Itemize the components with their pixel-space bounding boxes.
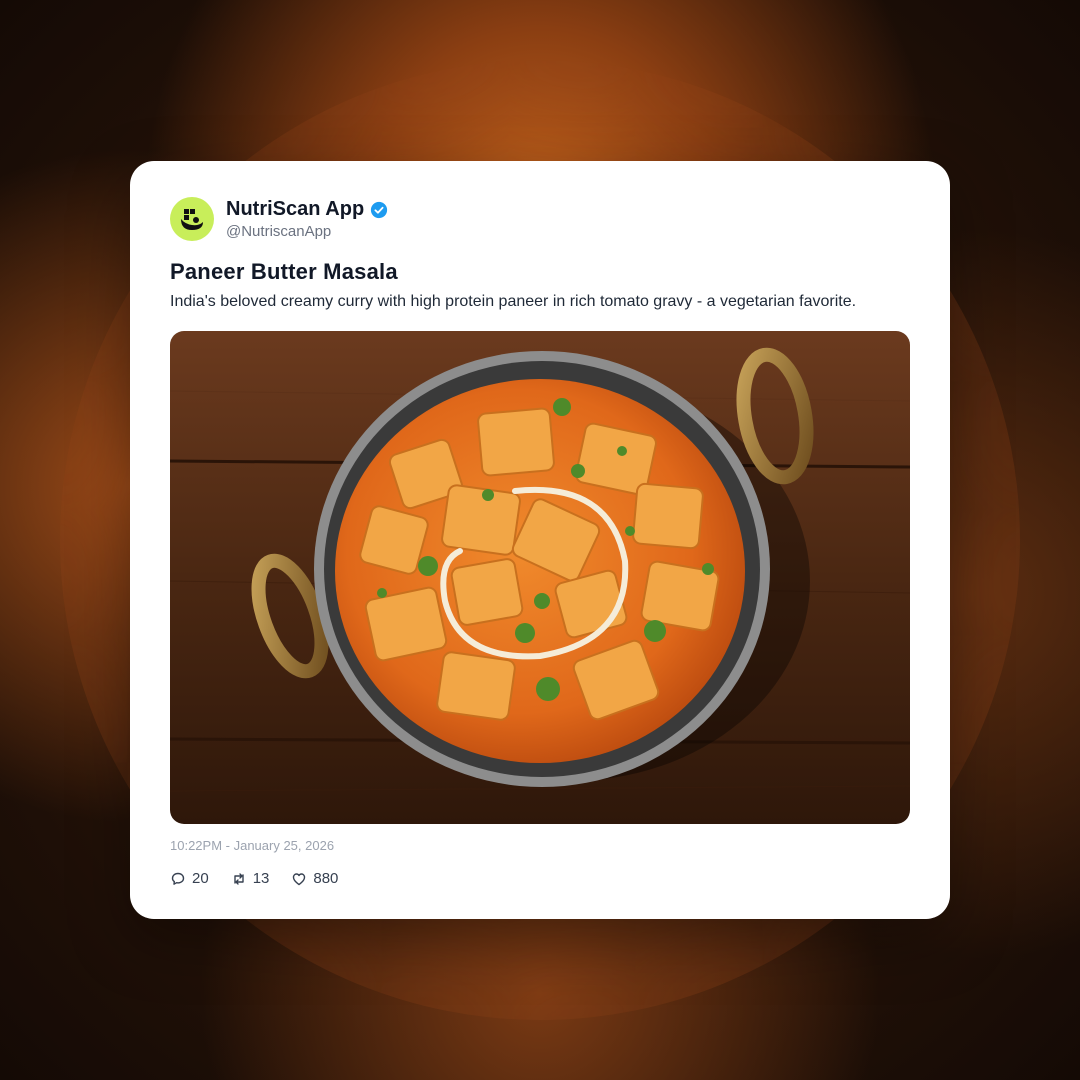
repost-count: 13 (252, 870, 270, 887)
post-timestamp: 10:22PM - January 25, 2026 (170, 838, 335, 853)
like-count: 880 (313, 870, 339, 887)
post-card: NutriScan App @NutriscanApp Paneer Butte… (130, 161, 950, 919)
paneer-curry-photo (170, 331, 910, 824)
repost-arrows-icon (233, 872, 244, 885)
post-image[interactable] (170, 331, 910, 824)
author-info: NutriScan App @NutriscanApp (226, 198, 388, 240)
verified-badge-icon (371, 201, 388, 218)
author-handle[interactable]: @NutriscanApp (226, 223, 388, 240)
repost-button[interactable]: 13 (231, 870, 270, 887)
heart-icon (293, 872, 306, 885)
nutriscan-logo-icon (181, 209, 203, 230)
like-button[interactable]: 880 (291, 870, 338, 887)
post-title: Paneer Butter Masala (170, 259, 398, 284)
post-description: India's beloved creamy curry with high p… (170, 293, 857, 310)
reply-bubble-icon (171, 872, 185, 885)
engagement-bar: 20 13 880 (170, 870, 360, 887)
author-display-name[interactable]: NutriScan App (226, 198, 364, 221)
post-header: NutriScan App @NutriscanApp (170, 197, 388, 241)
avatar[interactable] (170, 197, 214, 241)
reply-button[interactable]: 20 (170, 870, 209, 887)
reply-count: 20 (192, 870, 209, 887)
